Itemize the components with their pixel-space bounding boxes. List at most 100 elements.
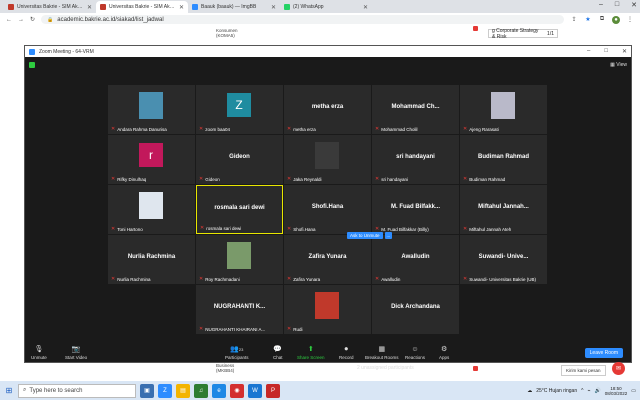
- participant-tile[interactable]: M. Fuad Bilfakk... ✕ M. Fuad Bilfakkar (Bi…: [372, 185, 459, 234]
- participant-tile[interactable]: Dick Archandana: [372, 285, 459, 334]
- weather-icon[interactable]: ☁: [527, 388, 532, 394]
- system-tray: ☁ 25°C Hujan ringan ^ ⌁ 🔊 18:50 08/03/20…: [527, 386, 640, 396]
- tab-close-icon[interactable]: ✕: [179, 4, 184, 11]
- ask-to-unmute-button[interactable]: Ask to Unmute: [347, 232, 383, 239]
- view-button[interactable]: ▦ View: [610, 62, 627, 68]
- tab-close-icon[interactable]: ✕: [87, 4, 92, 11]
- participant-tile[interactable]: sri handayani ✕ sri handayani: [372, 135, 459, 184]
- unassigned-participants-notice[interactable]: 2 unassigned participants: [357, 365, 414, 371]
- close-icon[interactable]: ✕: [631, 1, 637, 9]
- record-icon: ⏺: [344, 346, 349, 353]
- tab-label: Universitas Bakrie - SIM Akaden...: [17, 4, 84, 10]
- participant-tile[interactable]: Shofi.Hana ✕ Shofi.Hana: [284, 185, 371, 234]
- participant-tile[interactable]: ✕ Jaka Reynaldi: [284, 135, 371, 184]
- reload-icon[interactable]: ↻: [30, 16, 35, 23]
- volume-icon[interactable]: 🔊: [595, 388, 601, 394]
- breakout-rooms-button[interactable]: ▦ Breakout Rooms: [365, 346, 399, 360]
- chrome-icon[interactable]: ◉: [230, 383, 244, 398]
- powerpoint-icon[interactable]: P: [266, 383, 280, 398]
- close-icon[interactable]: ✕: [622, 48, 627, 55]
- apps-button[interactable]: ⚙ Apps: [439, 346, 449, 360]
- unmute-button[interactable]: 🎙 Unmute: [31, 346, 47, 360]
- participant-tile[interactable]: NUGRAHANTI K... ✕ NUGRAHANTI KHAIRANI A...: [196, 285, 283, 334]
- browser-tab-strip: Universitas Bakrie - SIM Akaden... ✕ Uni…: [0, 0, 640, 13]
- participant-tile[interactable]: Gideon ✕ Gideon: [196, 135, 283, 184]
- url-field[interactable]: 🔒 academic.bakrie.ac.id/siakad/list_jadw…: [41, 15, 564, 24]
- back-icon[interactable]: ←: [6, 17, 12, 23]
- address-bar: ← → ↻ 🔒 academic.bakrie.ac.id/siakad/lis…: [0, 13, 640, 26]
- edge-icon[interactable]: e: [212, 383, 226, 398]
- tray-chevron-icon[interactable]: ^: [581, 388, 583, 394]
- tab-favicon-icon: [192, 4, 198, 10]
- participant-tile[interactable]: Miftahul Jannah... ✕ Miftahul Jannah Ateh: [460, 185, 547, 234]
- delete-icon[interactable]: [473, 366, 478, 371]
- browser-tab[interactable]: Universitas Bakrie - SIM Akaden... ✕: [96, 1, 188, 13]
- chat-widget-popup[interactable]: Kirim kami pesan: [561, 365, 606, 376]
- network-icon[interactable]: ⌁: [587, 388, 590, 394]
- minimize-icon[interactable]: –: [599, 1, 603, 9]
- participant-tile[interactable]: r ✕ Rifky Dinulhaq: [108, 135, 195, 184]
- participant-center-name: Budiman Rahmad: [477, 154, 529, 160]
- start-video-button[interactable]: 📷 Start Video: [65, 346, 87, 360]
- chat-button[interactable]: 💬 Chat: [273, 346, 283, 360]
- extensions-icon[interactable]: ⧉: [598, 16, 606, 24]
- security-shield-icon[interactable]: [29, 62, 35, 68]
- forward-icon[interactable]: →: [18, 17, 24, 23]
- mic-muted-icon: ✕: [287, 176, 292, 182]
- weather-text[interactable]: 25°C Hujan ringan: [536, 388, 577, 394]
- participant-tile[interactable]: rosmala sari dewi ✕ rosmala sari dewi: [196, 185, 283, 234]
- participant-name-label: ✕ Rifky Dinulhaq: [111, 176, 147, 182]
- more-options-button[interactable]: ...: [384, 232, 393, 239]
- participant-tile[interactable]: Z ✕ zoom baa04: [196, 85, 283, 134]
- participant-avatar: r: [139, 143, 163, 167]
- participant-name-label: ✕ Nurlia Rachmina: [111, 276, 151, 282]
- windows-start-icon[interactable]: ⊞: [0, 386, 18, 395]
- tab-close-icon[interactable]: ✕: [363, 4, 368, 11]
- participant-tile[interactable]: Zafira Yunara ✕ Zafira Yunara: [284, 235, 371, 284]
- participants-icon: 👥23: [230, 346, 244, 353]
- participant-tile[interactable]: Nurlia Rachmina ✕ Nurlia Rachmina: [108, 235, 195, 284]
- notification-icon[interactable]: ▭: [631, 388, 636, 394]
- participant-tile[interactable]: ✕ Ajeng Rarasati: [460, 85, 547, 134]
- chat-widget-icon[interactable]: ✉: [612, 362, 625, 375]
- participant-tile[interactable]: ✕ Toni Hartono: [108, 185, 195, 234]
- menu-icon[interactable]: ⋮: [626, 16, 634, 24]
- spotify-icon[interactable]: ♫: [194, 383, 208, 398]
- participant-name-label: ✕ Ajeng Rarasati: [463, 126, 499, 132]
- task-view-icon[interactable]: ▣: [140, 383, 154, 398]
- participant-tile[interactable]: ✕ Andara Rahma Danurisa: [108, 85, 195, 134]
- star-icon[interactable]: ★: [584, 16, 592, 24]
- clock[interactable]: 18:50 08/03/2022: [605, 386, 628, 396]
- reactions-button[interactable]: ☺ Reactions: [405, 346, 425, 360]
- mic-muted-icon: ✕: [200, 225, 205, 231]
- participant-tile[interactable]: metha erza ✕ metha erza: [284, 85, 371, 134]
- tab-favicon-icon: [284, 4, 290, 10]
- share-icon[interactable]: ⇪: [570, 16, 578, 24]
- tab-close-icon[interactable]: ✕: [271, 4, 276, 11]
- record-button[interactable]: ⏺ Record: [339, 346, 354, 360]
- leave-room-button[interactable]: Leave Room: [584, 348, 623, 358]
- word-icon[interactable]: W: [248, 383, 262, 398]
- minimize-icon[interactable]: –: [587, 48, 590, 55]
- zoom-app-icon[interactable]: Z: [158, 383, 172, 398]
- apps-icon: ⚙: [440, 346, 448, 353]
- browser-tab[interactable]: Baauk (baauk) — ImgBB ✕: [188, 1, 280, 13]
- share-screen-button[interactable]: ⬆ Share Screen: [297, 346, 325, 360]
- participants-button[interactable]: 👥23 Participants: [225, 346, 249, 360]
- delete-icon[interactable]: [473, 26, 478, 31]
- participant-tile[interactable]: Mohammad Ch... ✕ Mohammad Cholil: [372, 85, 459, 134]
- taskbar-search[interactable]: ⌕ Type here to search: [18, 383, 136, 398]
- file-explorer-icon[interactable]: ▤: [176, 383, 190, 398]
- participant-tile[interactable]: Budiman Rahmad ✕ Budiman Rahmad: [460, 135, 547, 184]
- participant-tile[interactable]: ✕ Roy Rachmadani: [196, 235, 283, 284]
- maximize-icon[interactable]: □: [604, 48, 608, 55]
- browser-tab[interactable]: (2) WhatsApp ✕: [280, 1, 372, 13]
- maximize-icon[interactable]: □: [615, 1, 619, 9]
- browser-tab[interactable]: Universitas Bakrie - SIM Akaden... ✕: [4, 1, 96, 13]
- breakout-rooms-icon: ▦: [378, 346, 386, 353]
- participant-tile[interactable]: Suwandi- Unive... ✕ Suwandi- Universitas B…: [460, 235, 547, 284]
- profile-icon[interactable]: ●: [612, 15, 620, 24]
- participant-center-name: metha erza: [311, 104, 344, 110]
- participant-tile[interactable]: Awalludin ✕ Awalludin: [372, 235, 459, 284]
- participant-tile[interactable]: ✕ Rudi: [284, 285, 371, 334]
